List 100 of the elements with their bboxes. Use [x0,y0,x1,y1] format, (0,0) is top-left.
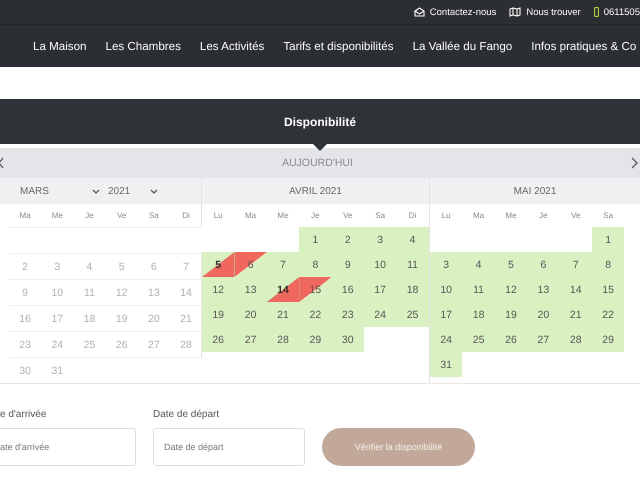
weekday-label: Di [181,211,191,220]
day-cell[interactable]: 27 [234,327,267,352]
day-cell[interactable]: 17 [364,277,396,302]
day-cell-text: 12 [114,286,128,300]
day-cell[interactable]: 6 [527,252,560,277]
day-cell-text: 27 [147,338,161,352]
weekday-label: Sa [602,211,614,220]
map-icon [509,7,522,17]
day-cell[interactable]: 21 [560,302,592,327]
weekday-label: Lu [212,211,224,220]
day-cell[interactable]: 26 [202,327,234,352]
day-cell[interactable]: 22 [592,302,624,327]
nav-link[interactable]: Tarifs et disponibilités [283,40,394,52]
weekday-label: Me [276,211,290,220]
day-cell[interactable]: 28 [560,327,592,352]
day-cell[interactable]: 29 [592,327,624,352]
day-cell[interactable]: 25 [396,302,429,327]
day-cell[interactable]: 20 [527,302,560,327]
day-cell-text: 26 [114,338,128,352]
top-link[interactable]: Nous trouver [509,6,581,18]
day-cell[interactable]: 25 [462,327,495,352]
weekday-label: Ve [116,211,128,220]
day-cell[interactable]: 2 [332,227,364,252]
weekday-label: Ma [244,211,258,220]
day-cell[interactable]: 26 [494,327,528,352]
day-cell[interactable]: 12 [202,277,234,302]
day-cell[interactable]: 11 [396,252,429,277]
day-cell[interactable]: 3 [430,252,462,277]
day-cell[interactable]: 20 [234,302,267,327]
month-title: MAI 2021 [514,186,556,196]
day-cell[interactable]: 10 [430,277,462,302]
field-label: Date de départ [153,409,220,420]
day-cell[interactable]: 16 [332,277,364,302]
day-cell-text: 11 [83,286,96,300]
weekday-label: Ma [472,211,486,220]
day-cell[interactable]: 19 [202,302,234,327]
nav-link[interactable]: Les Activités [200,40,264,52]
weekday-label: Je [538,211,549,220]
day-cell-text: 13 [147,286,161,300]
day-cell[interactable]: 1 [299,227,332,252]
arrival-field[interactable]: ate d'arrivée [0,428,136,466]
day-cell[interactable]: 18 [396,277,429,302]
day-cell[interactable]: 28 [266,327,300,352]
year-select[interactable]: 2021 [108,186,158,196]
weekday-label: Sa [148,211,160,220]
month-title: AVRIL 2021 [289,186,342,196]
day-cell[interactable]: 23 [332,302,364,327]
section-title: Disponibilité [284,114,356,128]
weekday-label: Je [310,211,321,220]
day-cell-text: 31 [50,364,64,378]
top-link[interactable]: 0611505 [594,6,640,18]
day-cell[interactable]: 19 [494,302,528,327]
day-cell-text: 24 [50,338,64,352]
weekday-label: Ve [570,211,582,220]
day-cell[interactable]: 3 [364,227,396,252]
day-cell-text: 20 [147,312,161,326]
day-cell[interactable]: 4 [396,227,429,252]
day-cell[interactable]: 13 [527,277,560,302]
nav-link[interactable]: Les Chambres [106,40,181,52]
day-cell[interactable]: 31 [430,352,462,377]
phone-icon [594,7,599,17]
day-cell[interactable]: 24 [364,302,396,327]
day-cell[interactable]: 30 [332,327,364,352]
day-cell[interactable]: 9 [332,252,364,277]
day-cell[interactable]: 21 [266,302,300,327]
day-cell[interactable]: 15 [592,277,624,302]
day-cell[interactable]: 14 [560,277,592,302]
day-cell[interactable]: 7 [560,252,592,277]
day-cell[interactable]: 17 [430,302,462,327]
day-cell[interactable]: 7 [266,252,300,277]
day-cell[interactable]: 4 [462,252,495,277]
envelope-icon [414,7,425,17]
nav-link[interactable]: La Maison [33,40,86,52]
departure-field[interactable]: Date de départ [153,428,305,466]
day-cell[interactable]: 8 [592,252,624,277]
month-select[interactable]: MARS [20,186,100,196]
day-cell-text: 28 [179,338,193,352]
top-link[interactable]: Contactez-nous [414,6,496,18]
day-cell[interactable]: 11 [462,277,495,302]
chevron-down-icon [150,188,158,194]
day-cell-text: 19 [114,312,128,326]
day-cell[interactable]: 12 [494,277,528,302]
day-cell[interactable]: 13 [234,277,267,302]
day-cell[interactable]: 1 [592,227,624,252]
day-cell[interactable]: 18 [462,302,495,327]
day-cell[interactable]: 29 [299,327,332,352]
day-cell[interactable]: 22 [299,302,332,327]
day-cell-text: 18 [82,312,96,326]
day-cell[interactable]: 5 [494,252,528,277]
day-cell[interactable]: 8 [299,252,332,277]
day-cell[interactable]: 27 [527,327,560,352]
chevron-right-icon[interactable] [631,157,638,169]
weekday-label: Je [84,211,95,220]
weekday-label: Ve [342,211,354,220]
day-cell-text: 9 [21,286,30,300]
nav-link[interactable]: Infos pratiques & Co [531,40,636,52]
day-cell-text: 16 [18,312,32,326]
nav-link[interactable]: La Vallée du Fango [412,40,512,52]
day-cell[interactable]: 10 [364,252,396,277]
day-cell[interactable]: 24 [430,327,462,352]
